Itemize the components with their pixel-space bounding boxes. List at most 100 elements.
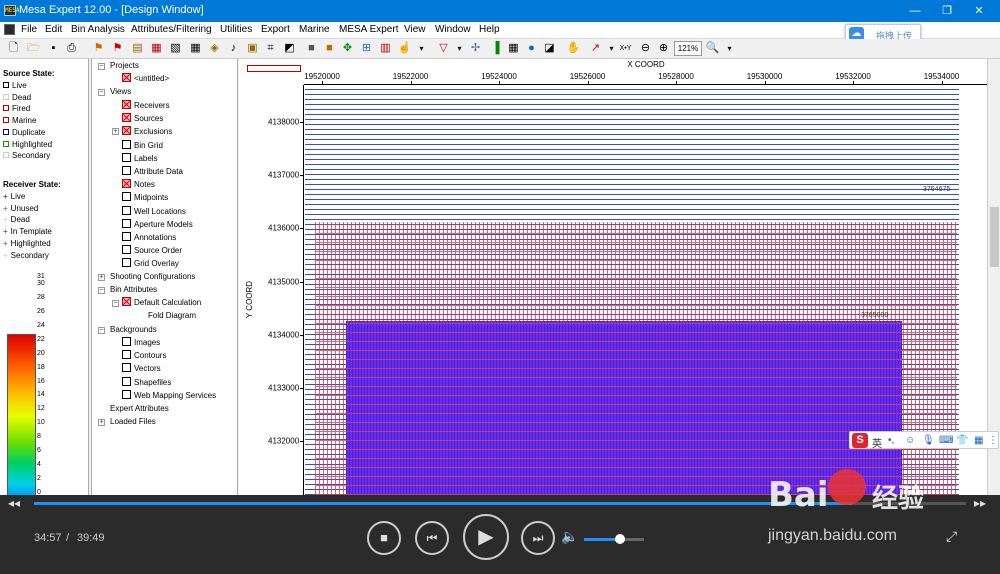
checkbox-icon[interactable] xyxy=(122,389,131,399)
image-icon[interactable]: ▣ xyxy=(245,41,260,56)
tree-untitled[interactable]: <untitled> xyxy=(122,73,169,84)
zoom-in-icon[interactable]: ⊕ xyxy=(656,41,671,56)
tree-background-item[interactable]: Images xyxy=(122,337,160,348)
cursor-star-icon[interactable]: ✢ xyxy=(468,41,483,56)
checkbox-icon[interactable] xyxy=(122,166,131,175)
new-file-icon[interactable]: 🗋 xyxy=(6,41,21,56)
menu-attributes-filtering[interactable]: Attributes/Filtering xyxy=(131,24,212,35)
measure-dropdown-icon[interactable]: ▾ xyxy=(604,41,619,56)
hand-select-icon[interactable]: ☝ xyxy=(397,41,412,56)
tree-loaded-files[interactable]: Loaded Files xyxy=(110,416,156,427)
expand-backgrounds-icon[interactable]: − xyxy=(98,327,105,334)
menu-mesa-expert[interactable]: MESA Expert xyxy=(339,24,398,35)
menu-view[interactable]: View xyxy=(404,24,426,35)
tree-background-item[interactable]: Shapefiles xyxy=(122,376,171,388)
expand-projects-icon[interactable]: − xyxy=(98,63,105,70)
pan-hand-icon[interactable]: ✋ xyxy=(566,41,581,56)
checkbox-icon[interactable] xyxy=(122,152,131,162)
open-folder-icon[interactable]: 🗁 xyxy=(26,41,41,56)
microphone-icon[interactable]: 🎙 xyxy=(922,435,935,446)
document-icon[interactable] xyxy=(4,24,15,35)
tree-view-item[interactable]: Receivers xyxy=(122,100,170,111)
volume-knob[interactable] xyxy=(615,534,625,544)
expand-default-calc-icon[interactable]: − xyxy=(112,300,119,307)
expand-bin-attributes-icon[interactable]: − xyxy=(98,287,105,294)
volume-slider[interactable] xyxy=(584,534,644,544)
color-box-icon[interactable]: ■ xyxy=(322,41,337,56)
source-tool-icon[interactable]: ⚑ xyxy=(110,41,125,56)
menu-window[interactable]: Window xyxy=(435,24,471,35)
expand-shooting-icon[interactable]: + xyxy=(98,274,105,281)
stop-button[interactable]: ■ xyxy=(367,521,401,555)
close-icon[interactable]: ✕ xyxy=(969,3,989,19)
expand-views-icon[interactable]: − xyxy=(98,89,105,96)
music-note-icon[interactable]: ♪ xyxy=(226,41,241,56)
fold-icon[interactable]: ▥ xyxy=(378,41,393,56)
filter-icon[interactable]: ▽ xyxy=(436,41,451,56)
checkbox-icon[interactable] xyxy=(122,73,131,82)
tree-expert-attributes[interactable]: Expert Attributes xyxy=(110,403,169,414)
checkbox-icon[interactable] xyxy=(122,179,131,189)
tree-fold-diagram[interactable]: Fold Diagram xyxy=(148,310,196,321)
next-button[interactable]: ⏭ xyxy=(521,521,555,555)
checkbox-icon[interactable] xyxy=(122,337,131,346)
filter-dropdown-icon[interactable]: ▾ xyxy=(452,41,467,56)
tree-view-item[interactable]: Exclusions xyxy=(122,126,172,137)
tree-view-item[interactable]: Attribute Data xyxy=(122,166,183,177)
tree-backgrounds[interactable]: Backgrounds xyxy=(110,324,157,335)
menu-utilities[interactable]: Utilities xyxy=(220,24,252,35)
layers-icon[interactable]: ◈ xyxy=(207,41,222,56)
tree-background-item[interactable]: Vectors xyxy=(122,363,161,374)
minimize-icon[interactable]: — xyxy=(905,3,925,19)
calc-icon[interactable]: ⊞ xyxy=(359,41,374,56)
zoom-dropdown-icon[interactable]: ▾ xyxy=(722,41,737,56)
receiver-tool-icon[interactable]: ⚑ xyxy=(91,41,106,56)
crop-icon[interactable]: ⌗ xyxy=(263,41,278,56)
scroll-thumb[interactable] xyxy=(990,207,999,267)
menu-edit[interactable]: Edit xyxy=(45,24,62,35)
checkbox-icon[interactable] xyxy=(122,218,131,228)
measure-icon[interactable]: ↗ xyxy=(588,41,603,56)
xy-icon[interactable]: X•Y xyxy=(618,41,633,56)
checkbox-icon[interactable] xyxy=(122,245,131,255)
zoom-out-icon[interactable]: ⊖ xyxy=(638,41,653,56)
ime-toolbar[interactable]: S 英 •, ☺ 🎙 ⌨ 👕 ▦ ⋮ xyxy=(849,431,999,450)
edit-shape-icon[interactable]: ◩ xyxy=(282,41,297,56)
checkbox-icon[interactable] xyxy=(122,376,131,386)
tree-view-item[interactable]: Bin Grid xyxy=(122,139,163,151)
previous-button[interactable]: ⏮ xyxy=(415,521,449,555)
tree-view-item[interactable]: Notes xyxy=(122,179,155,190)
print-icon[interactable]: ⎙ xyxy=(64,41,79,56)
tree-background-item[interactable]: Contours xyxy=(122,350,166,361)
checkbox-icon[interactable] xyxy=(122,205,131,215)
tree-background-item[interactable]: Web Mapping Services xyxy=(122,389,216,401)
checkbox-icon[interactable] xyxy=(122,139,131,149)
expand-loaded-files-icon[interactable]: + xyxy=(98,419,105,426)
map-settings-icon[interactable]: ◪ xyxy=(542,41,557,56)
template-icon[interactable]: ▦ xyxy=(149,41,164,56)
tree-view-item[interactable]: Labels xyxy=(122,152,158,164)
tree-view-item[interactable]: Annotations xyxy=(122,232,176,243)
punctuation-icon[interactable]: •, xyxy=(888,435,894,446)
tree-view-item[interactable]: Aperture Models xyxy=(122,218,193,230)
save-icon[interactable]: ▪ xyxy=(46,41,61,56)
volume-icon[interactable]: 🔈 xyxy=(561,528,578,545)
checkbox-icon[interactable] xyxy=(122,363,131,373)
rewind-icon[interactable]: ◂◂ xyxy=(8,496,20,510)
play-button[interactable]: ▶ xyxy=(463,514,509,560)
ime-mode[interactable]: 英 xyxy=(872,435,882,450)
toolbox-icon[interactable]: ⋮ xyxy=(988,435,998,446)
shooting-config-icon[interactable]: ▤ xyxy=(130,41,145,56)
skin-icon[interactable]: ▦ xyxy=(974,435,983,446)
tree-shooting-configurations[interactable]: Shooting Configurations xyxy=(110,271,195,282)
design-map-view[interactable]: X COORD 19520000 19522000 19524000 19526000… xyxy=(239,59,987,495)
tree-views[interactable]: Views xyxy=(110,86,131,97)
tree-view-item[interactable]: Sources xyxy=(122,113,163,124)
keyboard-icon[interactable]: ⌨ xyxy=(939,435,953,446)
checkbox-icon[interactable] xyxy=(122,258,131,268)
checkbox-icon[interactable] xyxy=(122,297,131,306)
tree-view-item[interactable]: Source Order xyxy=(122,245,182,256)
tree-default-calculation[interactable]: Default Calculation xyxy=(122,297,201,308)
exclusion-icon[interactable]: ▧ xyxy=(168,41,183,56)
grid-chart-icon[interactable]: ▦ xyxy=(506,41,521,56)
